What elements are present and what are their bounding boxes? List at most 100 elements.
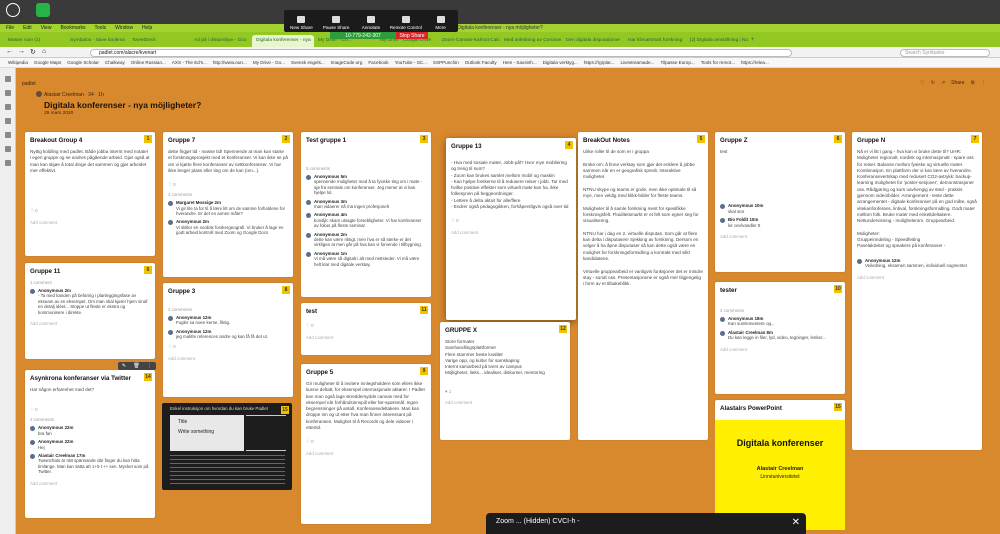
forward-icon[interactable]: →: [18, 48, 25, 55]
tab[interactable]: Den digitala disputationer: [562, 35, 624, 47]
like-count[interactable]: ♡ 0: [306, 439, 426, 445]
more-icon[interactable]: ⋮: [147, 363, 152, 369]
tab[interactable]: Med anledning av Coronav: [500, 35, 562, 47]
add-comment[interactable]: Add comment: [30, 220, 150, 225]
card-asynkrona-konferanser[interactable]: 14 Asynkrona konferanser via Twitter Har…: [25, 370, 155, 518]
bookmark[interactable]: My Drive - Go...: [253, 58, 285, 67]
url-field[interactable]: padlet.com/alacre/kvenart: [90, 49, 792, 57]
card-alastairs-powerpoint[interactable]: 15 Alastairs PowerPoint: [715, 400, 845, 422]
card-breakout-notes[interactable]: 5 BreakOut Notes Ulike roller til de som…: [578, 132, 708, 440]
card-gruppe-z[interactable]: 6 Gruppe Z test Anonymous 10m skal stor B…: [715, 132, 845, 272]
back-icon[interactable]: ←: [6, 48, 13, 55]
bookmark[interactable]: https://relea...: [741, 58, 769, 67]
sidebar-icon[interactable]: [4, 118, 11, 124]
card-gruppe-3[interactable]: 8 Gruppe 3 2 comments Anonymous 12m Fugle…: [163, 283, 293, 397]
bookmark[interactable]: SSPPunchin: [433, 58, 459, 67]
bookmark[interactable]: Digitala verktyg...: [543, 58, 578, 67]
bookmark[interactable]: Outlook Faculty: [465, 58, 497, 67]
bookmark[interactable]: Facebook: [368, 58, 388, 67]
bookmark[interactable]: Hem - Saxsinh...: [503, 58, 537, 67]
bookmark[interactable]: Google Maps: [34, 58, 61, 67]
bookmark[interactable]: Chalkway: [105, 58, 125, 67]
card-screenshot-instructions[interactable]: 15 Enkel instruksjon om hvordan du kan b…: [162, 403, 292, 490]
remake-icon[interactable]: ↻: [931, 80, 935, 86]
add-comment[interactable]: Add comment: [30, 481, 150, 486]
padlet-logo[interactable]: padlet: [22, 81, 36, 87]
add-comment[interactable]: Add comment: [445, 400, 565, 405]
add-comment[interactable]: Add comment: [306, 451, 426, 456]
bookmark[interactable]: Google Scholar: [67, 58, 99, 67]
card-test-gruppe-1[interactable]: 3 Test gruppe 1 5 comments Anonymous 5m s…: [301, 132, 431, 297]
tab-active[interactable]: Digitala konferenser - nya: [252, 35, 314, 47]
card-gruppe-n[interactable]: 7 Gruppe N Nå er vi litt i gang - hva ka…: [852, 132, 982, 450]
close-icon[interactable]: ✕: [792, 517, 800, 528]
add-comment[interactable]: Add comment: [857, 275, 977, 280]
bookmark[interactable]: https://rgrplat...: [584, 58, 615, 67]
home-icon[interactable]: ⌂: [42, 48, 46, 55]
sidebar-icon[interactable]: [4, 146, 11, 152]
card-tester[interactable]: 10 tester 2 comments Anonymous 18m Kan su…: [715, 282, 845, 394]
menu-window[interactable]: Window: [115, 24, 133, 32]
add-comment[interactable]: Add comment: [720, 234, 840, 239]
add-comment[interactable]: Add comment: [306, 335, 426, 340]
tab[interactable]: Zoom-Canvas-Kahoot Calc: [438, 35, 500, 47]
menu-file[interactable]: File: [6, 24, 14, 32]
card-gruppe-13[interactable]: 4 Gruppe 13 - Hva med sosiale møter, Job…: [446, 138, 576, 320]
card-gruppe-7[interactable]: 2 Gruppe 7 dette frigjør tid - masse tid…: [163, 132, 293, 277]
tab[interactable]: Symbaloo - Save bookma: [66, 35, 128, 47]
like-count[interactable]: ♡ 0: [306, 323, 426, 329]
tab[interactable]: Har klimatsmart forskning: [624, 35, 686, 47]
reload-icon[interactable]: ↻: [30, 48, 36, 56]
search-field[interactable]: Search Symbaloo: [900, 49, 990, 57]
more-icon[interactable]: ⋮: [981, 80, 986, 86]
card-breakout-group-4[interactable]: 1 Breakout Group 4 Nyttig koldling med p…: [25, 132, 155, 256]
more-button[interactable]: More: [423, 10, 458, 32]
bookmark[interactable]: Livestreamade...: [620, 58, 654, 67]
menu-edit[interactable]: Edit: [23, 24, 32, 32]
menu-bookmarks[interactable]: Bookmarks: [60, 24, 85, 32]
add-comment[interactable]: Add comment: [451, 230, 571, 235]
heart-icon[interactable]: ♡: [920, 80, 924, 86]
bookmark[interactable]: Tools for remot...: [701, 58, 735, 67]
bookmark[interactable]: Wikipedia: [8, 58, 28, 67]
tab[interactable]: [2] Digitala omställning i No: [686, 35, 748, 47]
bookmark[interactable]: http://www.oun...: [213, 58, 247, 67]
edit-icon[interactable]: ✎: [122, 363, 126, 369]
menu-help[interactable]: Help: [142, 24, 152, 32]
like-count[interactable]: ♡ 0: [30, 208, 150, 214]
add-comment[interactable]: Add comment: [30, 321, 150, 326]
like-count[interactable]: ♡ 0: [168, 182, 288, 188]
share-button[interactable]: Share: [951, 80, 964, 86]
remote-control-button[interactable]: Remote Control: [388, 10, 423, 32]
bookmark[interactable]: AXS - The Ed's...: [172, 58, 207, 67]
card-gruppe-x[interactable]: 12 GRUPPE X Store formater Samhandlingsp…: [440, 322, 570, 440]
like-count[interactable]: ♡ 0: [168, 344, 288, 350]
app-icon[interactable]: [36, 3, 50, 17]
annotate-button[interactable]: Annotate: [354, 10, 389, 32]
card-test[interactable]: 11 test ♡ 0 Add comment: [301, 303, 431, 355]
bookmark[interactable]: Tilpasse Europ...: [660, 58, 694, 67]
sidebar-icon[interactable]: [4, 76, 11, 82]
tab[interactable]: Master vum (1): [4, 35, 66, 47]
bookmark[interactable]: Svensk engels...: [291, 58, 325, 67]
like-count[interactable]: ♥ 1: [445, 389, 565, 394]
add-comment[interactable]: Add comment: [720, 347, 840, 352]
sidebar-icon[interactable]: [4, 160, 11, 166]
add-comment[interactable]: Add comment: [168, 356, 288, 361]
card-gruppe-5[interactable]: 9 Gruppe 5 Gir muligheter til å invitere…: [301, 364, 431, 524]
card-gruppe-11[interactable]: 6 Gruppe 11 1 comment Anonymous 2m - Ta m…: [25, 263, 155, 359]
share-icon[interactable]: ↗: [941, 80, 945, 86]
menu-view[interactable]: View: [41, 24, 52, 32]
app-icon[interactable]: [6, 3, 20, 17]
new-tab-icon[interactable]: +: [751, 37, 755, 43]
like-count[interactable]: ♡ 0: [30, 407, 150, 413]
menu-tools[interactable]: Tools: [94, 24, 106, 32]
sidebar-icon[interactable]: [4, 104, 11, 110]
bookmark[interactable]: ImageCode.org: [331, 58, 363, 67]
bookmark[interactable]: Online Russian...: [131, 58, 166, 67]
tab[interactable]: TweetDeck: [128, 35, 190, 47]
new-share-button[interactable]: New Share: [284, 10, 319, 32]
gear-icon[interactable]: ⚙: [971, 80, 975, 86]
stop-share-button[interactable]: Stop Share: [396, 32, 428, 39]
bookmark[interactable]: YouTube - SC...: [395, 58, 427, 67]
